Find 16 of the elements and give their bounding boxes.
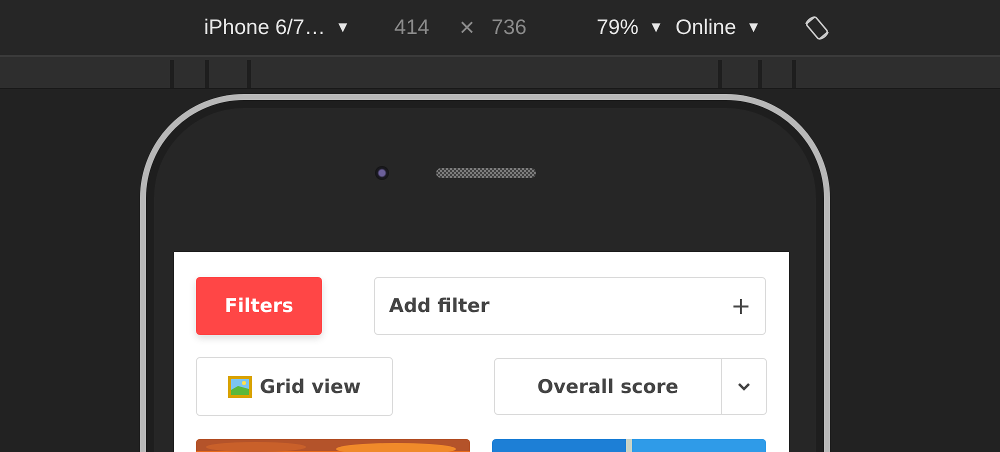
add-filter-button[interactable]: Add filter + — [374, 277, 766, 335]
device-select[interactable]: iPhone 6/7… — [204, 16, 326, 40]
zoom-select[interactable]: 79% — [596, 16, 639, 40]
rotate-icon[interactable] — [803, 14, 832, 42]
network-caret[interactable]: ▼ — [746, 19, 762, 36]
device-caret[interactable]: ▼ — [335, 19, 350, 36]
grid-view-button[interactable]: Grid view — [196, 357, 393, 416]
times-sign: × — [459, 12, 475, 43]
camera-icon — [375, 166, 389, 180]
picture-frame-icon — [228, 376, 252, 398]
zoom-caret[interactable]: ▼ — [648, 19, 664, 36]
sort-select[interactable]: Overall score — [494, 358, 767, 415]
network-select[interactable]: Online — [675, 16, 736, 40]
height-field[interactable]: 736 — [492, 16, 527, 40]
width-field[interactable]: 414 — [394, 16, 430, 40]
chevron-down-icon — [737, 382, 751, 392]
